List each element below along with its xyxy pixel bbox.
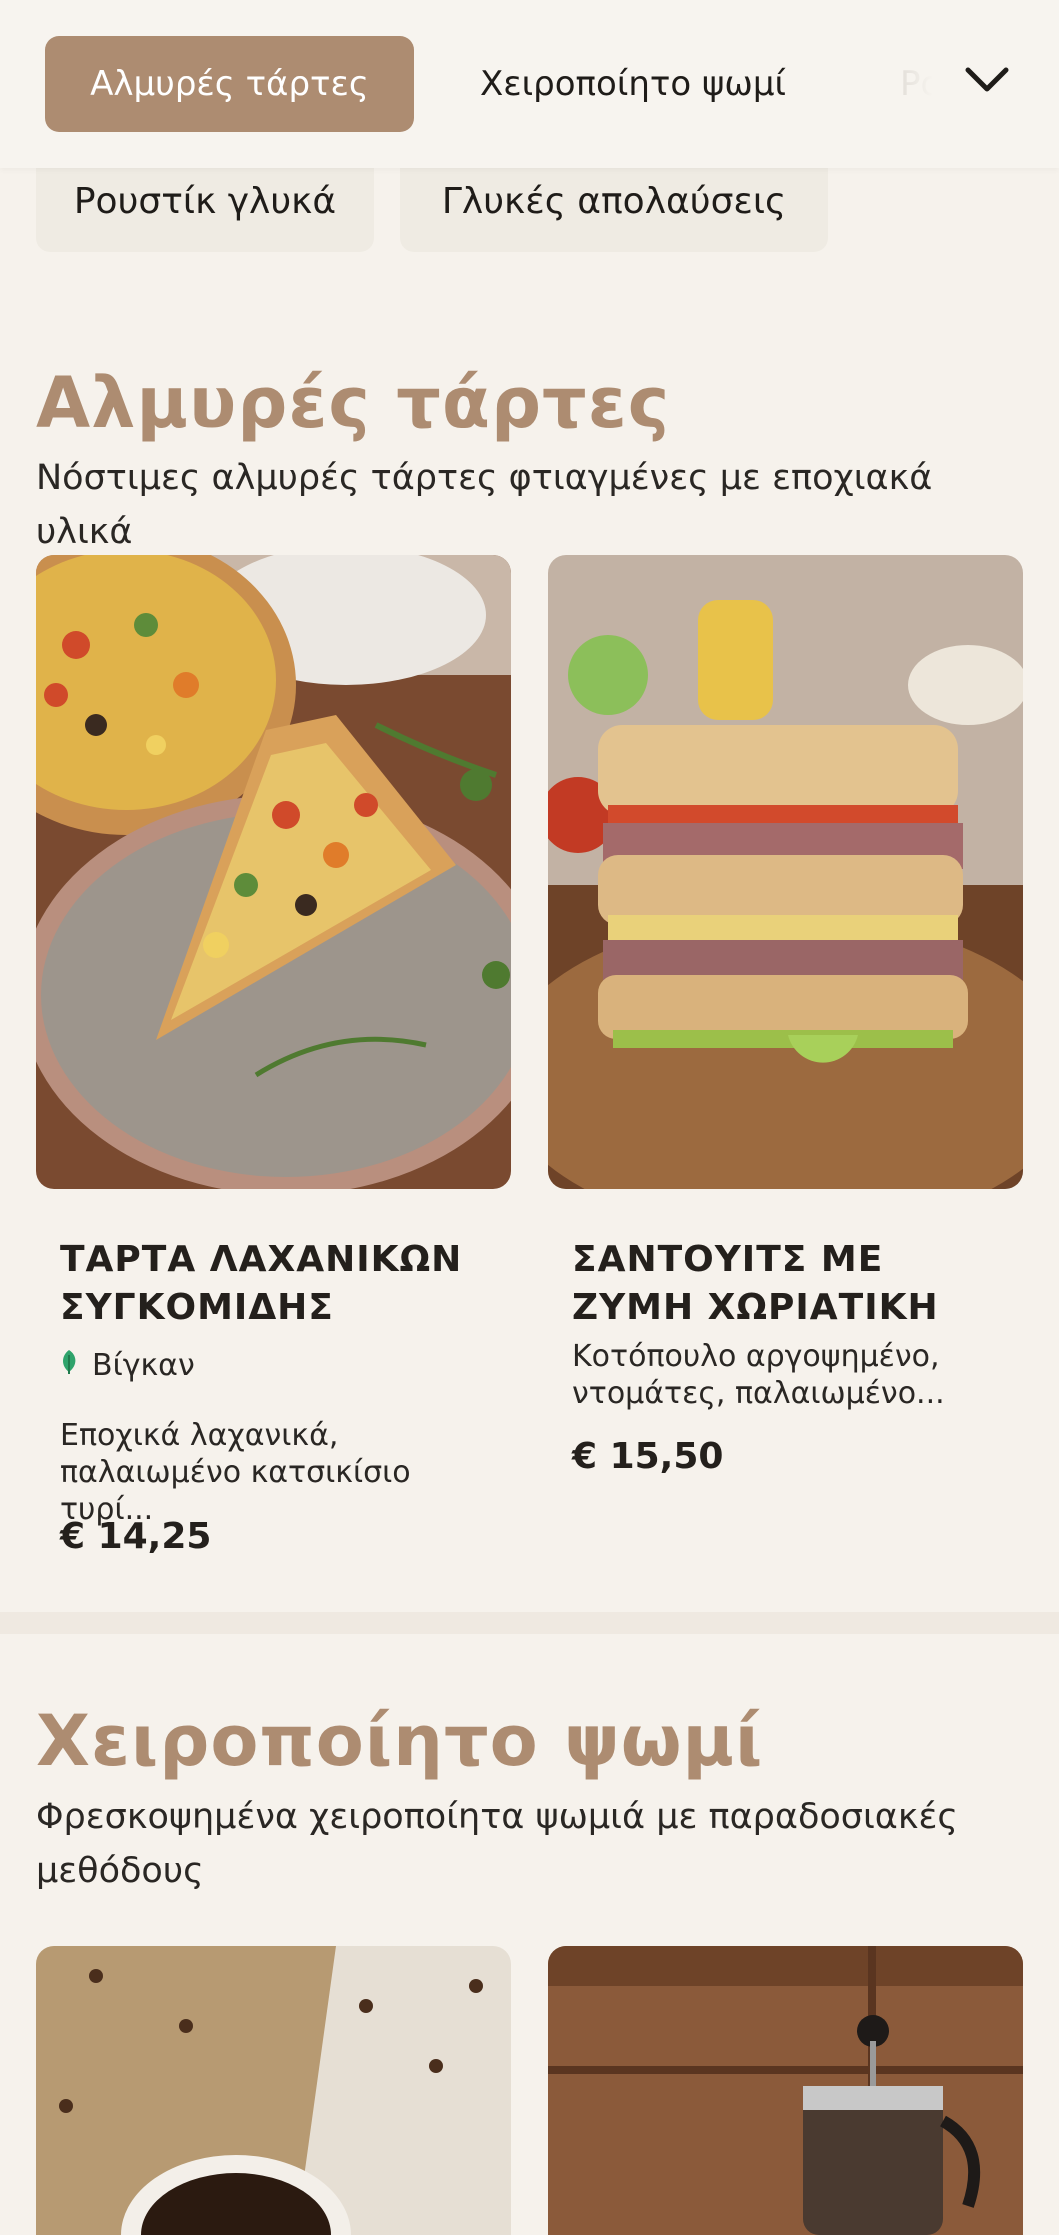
category-chip-label: Αλμυρές τάρτες (90, 64, 369, 104)
section-description: Νόστιμες αλμυρές τάρτες φτιαγμένες με επ… (36, 458, 933, 552)
category-chip-label: Γλυκές απολαύσεις (441, 180, 787, 222)
product-image-coffee[interactable] (36, 1946, 511, 2235)
product-description: Κοτόπουλο αργοψημένο, ντομάτες, παλαιωμέ… (572, 1339, 945, 1411)
product-image-french-press[interactable] (548, 1946, 1023, 2235)
category-chip-savory-tarts[interactable]: Αλμυρές τάρτες (45, 36, 414, 132)
category-chip-label: Χειροποίητο ψωμί (480, 64, 786, 104)
product-description: Εποχικά λαχανικά, παλαιωμένο κατσικίσιο … (60, 1418, 411, 1527)
product-image-sourdough-sandwich[interactable] (548, 555, 1023, 1189)
chevron-down-icon[interactable] (962, 60, 1012, 100)
product-price: € 15,50 (572, 1436, 724, 1477)
section-description: Φρεσκοψημένα χειροποίητα ψωμιά με παραδο… (36, 1797, 958, 1891)
product-name: ΣΑΝΤΟΥΙΤΣ ΜΕ ΖΥΜΗ ΧΩΡΙΑΤΙΚΗ (572, 1239, 939, 1328)
category-chip-label: Ρουστίκ γλυκά (73, 180, 337, 222)
product-name: ΤΑΡΤΑ ΛΑΧΑΝΙΚΩΝ ΣΥΓΚΟΜΙΔΗΣ (60, 1239, 463, 1328)
leaf-icon (60, 1348, 78, 1383)
category-nav-bar: Αλμυρές τάρτες Χειροποίητο ψωμί Ρο (0, 0, 1059, 168)
product-image-harvest-vegetable-tart[interactable] (36, 555, 511, 1189)
dietary-tag-label: Βίγκαν (92, 1348, 195, 1383)
nav-fade-overlay (830, 0, 1059, 168)
product-price: € 14,25 (60, 1516, 212, 1557)
section-divider (0, 1612, 1059, 1634)
section-title-savory-tarts: Αλμυρές τάρτες (36, 362, 671, 444)
section-title-handmade-bread: Χειροποίητο ψωμί (36, 1700, 764, 1782)
dietary-tag: Βίγκαν (60, 1348, 195, 1383)
category-chip-handmade-bread[interactable]: Χειροποίητο ψωμί (480, 36, 786, 132)
